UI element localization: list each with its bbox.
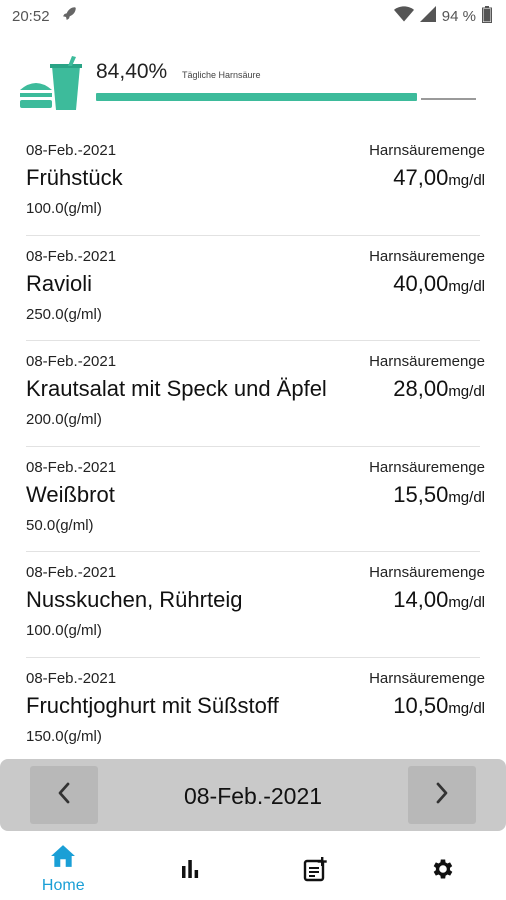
- entry-name: Fruchtjoghurt mit Süßstoff: [26, 692, 279, 718]
- list-item[interactable]: 08-Feb.-2021 Harnsäuremenge Fruchtjoghur…: [26, 658, 485, 764]
- date-navigator: 08-Feb.-2021: [0, 759, 506, 831]
- entry-name: Ravioli: [26, 270, 93, 296]
- entry-value: 10,50mg/dl: [393, 692, 485, 718]
- add-note-icon: [303, 856, 329, 887]
- entry-unit: mg/dl: [448, 488, 485, 506]
- daily-percent: 84,40%: [96, 60, 168, 83]
- list-item[interactable]: 08-Feb.-2021 Harnsäuremenge Frühstück 47…: [26, 130, 485, 236]
- tab-settings[interactable]: [380, 836, 506, 900]
- status-right: 94 %: [393, 5, 492, 27]
- next-day-button[interactable]: [408, 766, 476, 824]
- bar-chart-icon: [179, 858, 201, 883]
- entry-quantity-label: Harnsäuremenge: [369, 564, 485, 581]
- entry-amount: 100.0(g/ml): [26, 200, 102, 217]
- entry-date: 08-Feb.-2021: [26, 669, 117, 687]
- daily-summary: 84,40% Tägliche Harnsäure: [0, 48, 506, 118]
- entry-date: 08-Feb.-2021: [26, 458, 117, 476]
- progress-remaining: [420, 98, 476, 100]
- signal-icon: [419, 6, 436, 26]
- entry-quantity-label: Harnsäuremenge: [369, 353, 485, 370]
- entry-quantity-label: Harnsäuremenge: [369, 247, 485, 265]
- entry-amount: 250.0(g/ml): [26, 305, 102, 323]
- entry-name: Nusskuchen, Rührteig: [26, 587, 243, 612]
- tab-statistics[interactable]: [127, 836, 254, 900]
- progress-fill: [96, 93, 417, 101]
- entry-value: 14,00mg/dl: [393, 587, 485, 612]
- food-drink-icon: [18, 56, 84, 112]
- food-entry-list: 08-Feb.-2021 Harnsäuremenge Frühstück 47…: [0, 130, 506, 763]
- entry-amount: 150.0(g/ml): [26, 727, 102, 745]
- entry-unit: mg/dl: [448, 172, 485, 189]
- entry-name: Weißbrot: [26, 481, 115, 507]
- battery-icon: [482, 5, 492, 27]
- home-icon: [50, 844, 76, 873]
- daily-progress-bar: [96, 93, 476, 101]
- status-time: 20:52: [12, 7, 50, 25]
- entry-amount: 100.0(g/ml): [26, 622, 102, 639]
- gear-icon: [430, 856, 456, 887]
- list-item[interactable]: 08-Feb.-2021 Harnsäuremenge Ravioli 40,0…: [26, 236, 485, 341]
- entry-name: Krautsalat mit Speck und Äpfel: [26, 376, 327, 401]
- rocket-icon: [60, 5, 78, 27]
- bottom-navigation: Home: [0, 836, 506, 900]
- list-item[interactable]: 08-Feb.-2021 Harnsäuremenge Krautsalat m…: [26, 341, 485, 447]
- entry-value: 47,00mg/dl: [393, 165, 485, 190]
- tab-add-entry[interactable]: [253, 836, 380, 900]
- list-item[interactable]: 08-Feb.-2021 Harnsäuremenge Weißbrot 15,…: [26, 447, 485, 552]
- tab-home-label: Home: [41, 877, 85, 894]
- chevron-right-icon: [434, 781, 450, 810]
- status-bar: 20:52 94 %: [0, 0, 506, 32]
- entry-date: 08-Feb.-2021: [26, 564, 117, 581]
- list-item[interactable]: 08-Feb.-2021 Harnsäuremenge Nusskuchen, …: [26, 552, 485, 658]
- entry-quantity-label: Harnsäuremenge: [369, 142, 485, 159]
- entry-amount: 50.0(g/ml): [26, 516, 94, 534]
- status-left: 20:52: [12, 5, 78, 27]
- entry-quantity-label: Harnsäuremenge: [369, 458, 485, 476]
- daily-uric-acid-label: Tägliche Harnsäure: [182, 70, 261, 80]
- entry-date: 08-Feb.-2021: [26, 142, 117, 159]
- entry-date: 08-Feb.-2021: [26, 353, 117, 370]
- entry-amount: 200.0(g/ml): [26, 411, 102, 428]
- entry-unit: mg/dl: [448, 594, 485, 611]
- entry-unit: mg/dl: [448, 277, 485, 295]
- wifi-icon: [393, 6, 414, 26]
- entry-unit: mg/dl: [448, 699, 485, 717]
- entry-name: Frühstück: [26, 165, 123, 190]
- entry-unit: mg/dl: [448, 383, 485, 400]
- tab-home[interactable]: Home: [0, 836, 127, 900]
- entry-quantity-label: Harnsäuremenge: [369, 669, 485, 687]
- entry-date: 08-Feb.-2021: [26, 247, 117, 265]
- battery-level: 94 %: [441, 7, 476, 25]
- entry-value: 15,50mg/dl: [393, 481, 485, 507]
- entry-value: 28,00mg/dl: [393, 376, 485, 401]
- entry-value: 40,00mg/dl: [393, 270, 485, 296]
